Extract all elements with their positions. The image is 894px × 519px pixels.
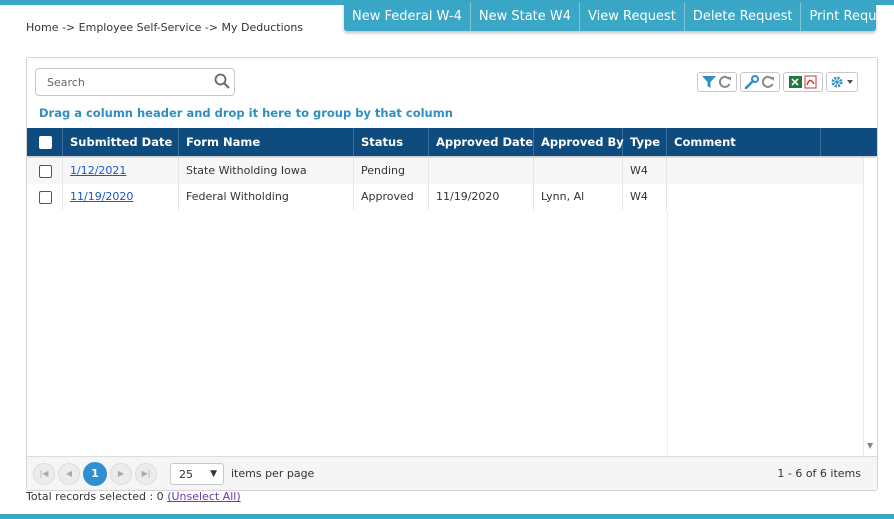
delete-request-button[interactable]: Delete Request <box>685 2 802 31</box>
first-page-button[interactable]: |◀ <box>33 463 55 485</box>
approved-by-cell: Lynn, Al <box>534 184 623 210</box>
type-cell: W4 <box>623 158 667 184</box>
submitted-date-cell: 11/19/2020 <box>63 184 179 210</box>
refresh-icon[interactable] <box>717 75 733 89</box>
bottom-accent-bar <box>0 514 894 519</box>
deductions-panel: Search Drag a column header and drop it … <box>26 57 878 491</box>
column-settings-tool[interactable] <box>740 72 780 92</box>
previous-page-button[interactable]: ◀ <box>58 463 80 485</box>
approved-date-cell <box>429 158 534 184</box>
column-header-submitted-date[interactable]: Submitted Date <box>63 128 179 156</box>
export-tool[interactable] <box>783 72 823 92</box>
select-all-header <box>27 128 63 156</box>
breadcrumb: Home -> Employee Self-Service -> My Dedu… <box>26 21 304 34</box>
chevron-down-icon <box>847 80 853 84</box>
deductions-grid: Submitted Date Form Name Status Approved… <box>27 128 877 456</box>
row-select-cell <box>27 184 63 210</box>
filter-reset-tool[interactable] <box>697 72 737 92</box>
pdf-icon[interactable] <box>803 75 818 89</box>
search-input[interactable]: Search <box>35 68 235 96</box>
column-divider <box>667 210 668 456</box>
wrench-icon[interactable] <box>744 75 760 89</box>
gear-icon[interactable] <box>830 75 846 89</box>
settings-menu[interactable] <box>826 72 858 92</box>
view-request-button[interactable]: View Request <box>580 2 685 31</box>
column-header-status[interactable]: Status <box>354 128 429 156</box>
submitted-date-cell: 1/12/2021 <box>63 158 179 184</box>
comment-cell <box>667 184 821 210</box>
status-cell: Pending <box>354 158 429 184</box>
search-icon[interactable] <box>213 72 231 90</box>
items-per-page-label: items per page <box>231 467 315 480</box>
submitted-date-link[interactable]: 1/12/2021 <box>70 164 126 177</box>
excel-icon[interactable] <box>788 75 803 89</box>
action-toolbar: New Federal W-4 New State W4 View Reques… <box>344 2 894 31</box>
new-federal-w4-button[interactable]: New Federal W-4 <box>344 2 471 31</box>
column-header-approved-date[interactable]: Approved Date <box>429 128 534 156</box>
refresh-icon[interactable] <box>760 75 776 89</box>
row-checkbox[interactable] <box>39 191 52 204</box>
scroll-down-icon[interactable]: ▼ <box>867 441 873 450</box>
current-page-button[interactable]: 1 <box>83 462 107 486</box>
filter-icon[interactable] <box>701 75 717 89</box>
search-placeholder: Search <box>47 76 85 89</box>
column-header-comment[interactable]: Comment <box>667 128 821 156</box>
form-name-cell: Federal Witholding <box>179 184 354 210</box>
table-row[interactable]: 1/12/2021 State Witholding Iowa Pending … <box>27 158 863 184</box>
new-state-w4-button[interactable]: New State W4 <box>471 2 581 31</box>
type-cell: W4 <box>623 184 667 210</box>
grid-header: Submitted Date Form Name Status Approved… <box>27 128 877 156</box>
pager-info: 1 - 6 of 6 items <box>777 467 861 480</box>
approved-by-cell <box>534 158 623 184</box>
column-header-form-name[interactable]: Form Name <box>179 128 354 156</box>
selection-footer: Total records selected : 0 (Unselect All… <box>26 490 241 503</box>
submitted-date-link[interactable]: 11/19/2020 <box>70 190 133 203</box>
comment-cell <box>667 158 821 184</box>
unselect-all-link[interactable]: (Unselect All) <box>167 490 240 503</box>
column-header-type[interactable]: Type <box>623 128 667 156</box>
last-page-button[interactable]: ▶| <box>135 463 157 485</box>
row-select-cell <box>27 158 63 184</box>
chevron-down-icon: ▼ <box>210 469 217 479</box>
status-cell: Approved <box>354 184 429 210</box>
form-name-cell: State Witholding Iowa <box>179 158 354 184</box>
page-size-value: 25 <box>179 468 193 481</box>
column-header-approved-by[interactable]: Approved By <box>534 128 624 156</box>
pager: |◀ ◀ 1 ▶ ▶| 25 ▼ items per page 1 - 6 of… <box>27 456 877 490</box>
select-all-checkbox[interactable] <box>39 136 52 149</box>
row-checkbox[interactable] <box>39 165 52 178</box>
print-request-button[interactable]: Print Request <box>801 2 894 31</box>
table-row[interactable]: 11/19/2020 Federal Witholding Approved 1… <box>27 184 863 210</box>
page-size-select[interactable]: 25 ▼ <box>170 463 224 485</box>
next-page-button[interactable]: ▶ <box>110 463 132 485</box>
vertical-scrollbar[interactable]: ▼ <box>863 158 877 456</box>
records-selected-label: Total records selected : 0 <box>26 490 164 503</box>
grid-body: 1/12/2021 State Witholding Iowa Pending … <box>27 158 863 456</box>
grid-tools <box>697 72 858 92</box>
approved-date-cell: 11/19/2020 <box>429 184 534 210</box>
group-drop-area[interactable]: Drag a column header and drop it here to… <box>39 106 453 120</box>
